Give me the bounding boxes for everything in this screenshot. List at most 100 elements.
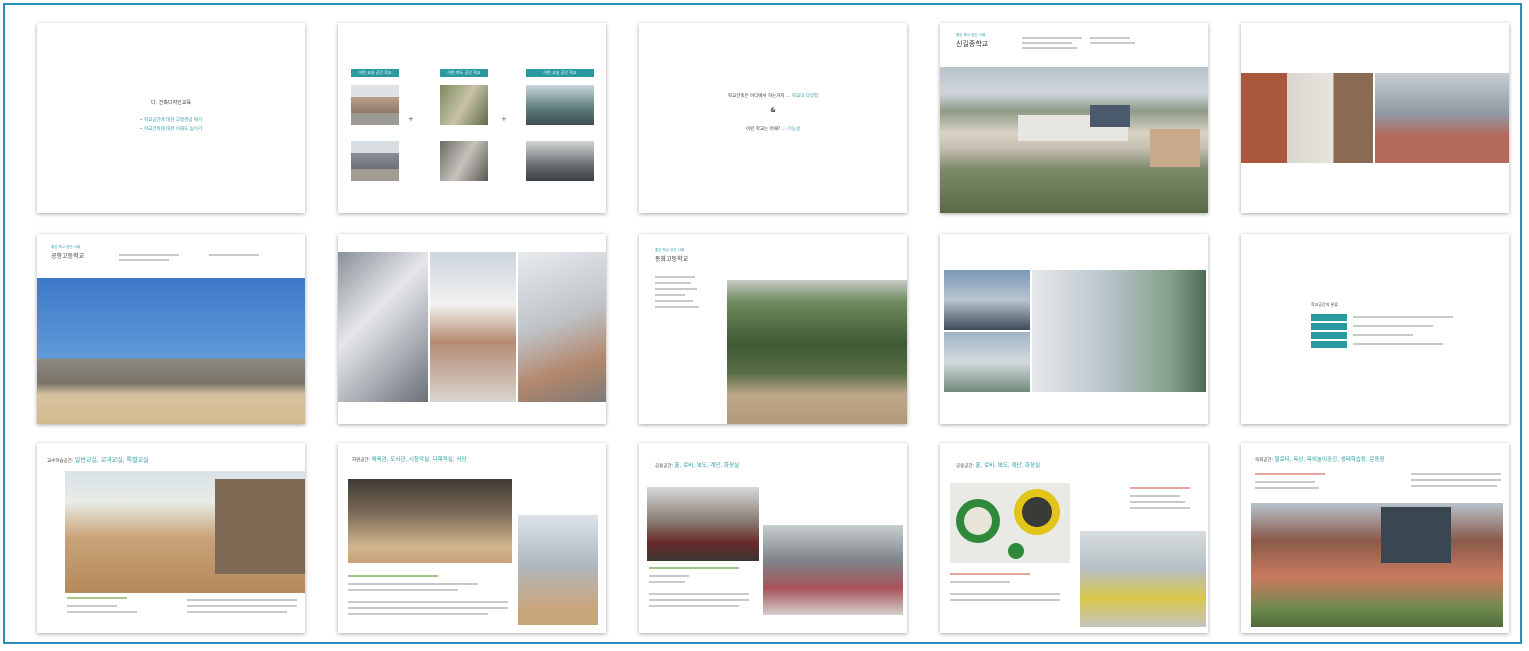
slide-subtitle: 좋은 학교 공간 사례 [956,33,986,37]
category-box [1311,332,1347,339]
library-photo [348,479,512,563]
text-line [1130,507,1190,509]
title-accent: 홀, 로비, 복도, 계단, 화장실 [674,463,740,469]
classroom-photo [526,141,594,181]
text-line [187,611,287,613]
school-building-photo [37,278,305,424]
slide-thumbnail-6[interactable]: 좋은 학교 공간 사례 공항고등학교 [37,234,305,424]
text-line [1255,473,1325,475]
plus-sign: + [501,115,507,123]
text-line [950,581,1010,583]
slide-thumbnail-5[interactable] [1241,23,1509,213]
slide-title: 동화고등학교 [655,256,689,263]
courtyard-photo [1241,73,1373,163]
text-line [649,581,685,583]
text-line [1130,487,1190,489]
play-tubes-photo [950,483,1070,563]
text-line [1411,479,1501,481]
text-line [1090,37,1130,39]
slide-thumbnail-12[interactable]: 지원공간: 체육관, 도서관, 시청각실, 다목적실, 식당 [338,443,606,633]
slide-title: 지원공간: 체육관, 도서관, 시청각실, 다목적실, 식당 [352,455,466,463]
title-prefix: 공용공간: [956,464,975,469]
text-line [187,605,297,607]
question-accent: 기능성 [787,127,801,132]
aerial-forest-photo [727,280,907,424]
ampersand: & [770,107,776,114]
text-line [1353,316,1453,318]
slide-thumbnail-14[interactable]: 공용공간: 홀, 로비, 복도, 계단, 화장실 [940,443,1208,633]
text-line [209,254,259,256]
text-line [655,306,699,308]
thumbnail-grid: 다. 건축디자인교육 • 학교공간에 대한 고정관념 깨기 • 학교건축에 대한… [3,3,1522,644]
text-line [119,254,179,256]
hall-photo [647,487,759,561]
text-line [67,611,137,613]
corridor-glass-photo [1032,270,1206,392]
text-line [348,613,488,615]
slide-thumbnail-7[interactable] [338,234,606,424]
slide-thumbnail-8[interactable]: 좋은 학교 공간 사례 동화고등학교 [639,234,907,424]
title-accent: 체육관, 도서관, 시청각실, 다목적실, 식당 [371,457,467,463]
text-line [1411,485,1497,487]
text-line [348,601,508,603]
category-box [1311,323,1347,330]
text-line [1255,481,1315,483]
text-line [1353,334,1413,336]
text-line [348,575,438,577]
text-line [655,300,693,302]
rooftop-photo [1251,503,1503,627]
atrium-photo [518,252,606,402]
slide-title: 교수학습공간: 일반교실, 교과교실, 특별교실 [47,455,149,464]
school-photo [351,141,399,181]
slide-thumbnail-13[interactable]: 공용공간: 홀, 로비, 복도, 계단, 화장실 [639,443,907,633]
text-line [1090,42,1135,44]
slide-title: 신길중학교 [956,40,989,48]
title-prefix: 교수학습공간: [47,459,74,464]
aerial-school-photo [940,67,1208,213]
text-line [649,567,739,569]
slide-thumbnail-3[interactable]: 학교건축은 어디에서 하는거지 … 학교의 다양함 & 이런 학교는 어때? …… [639,23,907,213]
corridor-photo [440,85,488,125]
text-line [649,575,689,577]
text-line [649,605,739,607]
slide-thumbnail-15[interactable]: 옥외공간: 필로티, 옥상, 옥외놀이공간, 생태학습장, 운동장 [1241,443,1509,633]
text-line [67,605,117,607]
gym-photo [518,515,598,625]
slide-thumbnail-10[interactable]: 학교공간의 분류 [1241,234,1509,424]
title-prefix: 공용공간: [655,464,674,469]
text-line [655,288,697,290]
terrace-photo [65,471,305,593]
slide-thumbnail-1[interactable]: 다. 건축디자인교육 • 학교공간에 대한 고정관념 깨기 • 학교건축에 대한… [37,23,305,213]
slide-title: 다. 건축디자인교육 [151,100,191,106]
text-line [649,593,749,595]
text-line [655,276,695,278]
title-accent: 홀, 로비, 복도, 계단, 화장실 [975,463,1041,469]
glass-facade-photo [944,270,1030,330]
text-line [950,593,1060,595]
title-prefix: 지원공간: [352,458,371,463]
slide-line: • 학교건축에 대한 이해도 높이기 [139,127,203,132]
courtyard-photo [1375,73,1509,163]
text-line [1255,487,1319,489]
title-accent: 일반교실, 교과교실, 특별교실 [74,457,149,464]
text-line [1411,473,1501,475]
atrium-photo [430,252,516,402]
atrium-photo [338,252,428,402]
slide-title: 공용공간: 홀, 로비, 복도, 계단, 화장실 [655,461,739,469]
category-box [1311,314,1347,321]
text-line [187,599,297,601]
glass-facade-photo [944,332,1030,392]
text-line [1022,37,1082,39]
slide-thumbnail-11[interactable]: 교수학습공간: 일반교실, 교과교실, 특별교실 [37,443,305,633]
question-accent: 학교의 다양함 [791,94,819,99]
slide-title: 학교공간의 분류 [1311,302,1339,307]
slide-title: 공항고등학교 [51,253,85,260]
column-header: 이런 교실 공간 학교 [526,69,594,77]
classroom-photo [526,85,594,125]
text-line [655,282,691,284]
slide-thumbnail-2[interactable]: 이런 교실 공간 학교 이런 복도 공간 학교 이런 교실 공간 학교 + + [338,23,606,213]
caption-line [67,597,127,599]
slide-question: 학교건축은 어디에서 하는거지 … 학교의 다양함 [639,93,907,99]
slide-thumbnail-4[interactable]: 좋은 학교 공간 사례 신길중학교 [940,23,1208,213]
slide-thumbnail-9[interactable] [940,234,1208,424]
